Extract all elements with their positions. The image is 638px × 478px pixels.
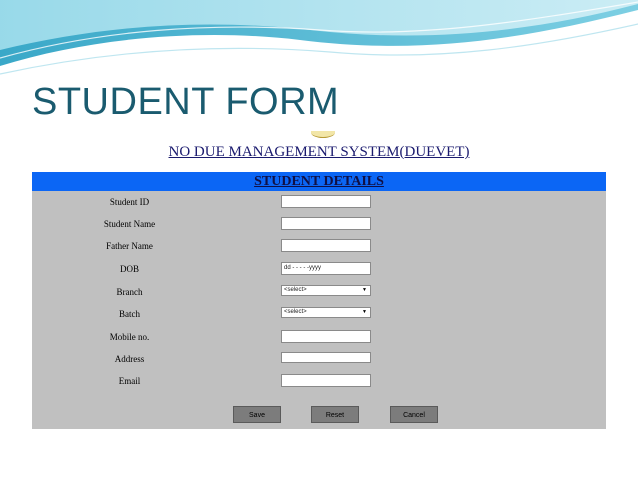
student-id-input[interactable] bbox=[281, 195, 371, 208]
student-name-input[interactable] bbox=[281, 217, 371, 230]
save-button[interactable]: Save bbox=[233, 406, 281, 423]
form-row-father-name: Father Name bbox=[32, 239, 606, 255]
reset-button[interactable]: Reset bbox=[311, 406, 359, 423]
father-name-input[interactable] bbox=[281, 239, 371, 252]
form-row-student-name: Student Name bbox=[32, 217, 606, 233]
branch-select[interactable]: <select> ▼ bbox=[281, 285, 371, 296]
mobile-input[interactable] bbox=[281, 330, 371, 343]
form-row-address: Address bbox=[32, 352, 606, 368]
dropdown-arrow-icon: ▼ bbox=[362, 287, 367, 293]
batch-select-value: <select> bbox=[284, 309, 307, 315]
address-input[interactable] bbox=[281, 352, 371, 363]
address-label: Address bbox=[114, 354, 145, 364]
section-title: STUDENT DETAILS bbox=[254, 174, 384, 189]
dropdown-arrow-icon: ▼ bbox=[362, 309, 367, 315]
form-row-batch: Batch <select> ▼ bbox=[32, 307, 606, 323]
cancel-button[interactable]: Cancel bbox=[390, 406, 438, 423]
form-row-dob: DOB dd - - - - -yyyy bbox=[32, 262, 606, 278]
batch-select[interactable]: <select> ▼ bbox=[281, 307, 371, 318]
dob-label: DOB bbox=[119, 264, 139, 274]
student-form-screenshot: NO DUE MANAGEMENT SYSTEM(DUEVET) STUDENT… bbox=[32, 131, 606, 429]
email-label: Email bbox=[118, 376, 141, 386]
dob-input[interactable]: dd - - - - -yyyy bbox=[281, 262, 371, 275]
student-name-label: Student Name bbox=[103, 219, 156, 229]
presentation-slide: STUDENT FORM NO DUE MANAGEMENT SYSTEM(DU… bbox=[0, 0, 638, 478]
mobile-label: Mobile no. bbox=[109, 332, 150, 342]
form-row-mobile: Mobile no. bbox=[32, 330, 606, 346]
student-id-label: Student ID bbox=[109, 197, 150, 207]
father-name-label: Father Name bbox=[106, 241, 153, 251]
app-header: NO DUE MANAGEMENT SYSTEM(DUEVET) bbox=[32, 131, 606, 172]
app-title: NO DUE MANAGEMENT SYSTEM(DUEVET) bbox=[168, 144, 470, 160]
branch-select-value: <select> bbox=[284, 287, 307, 293]
batch-label: Batch bbox=[119, 309, 140, 319]
email-input[interactable] bbox=[281, 374, 371, 387]
decorative-wave-header bbox=[0, 0, 638, 75]
form-row-email: Email bbox=[32, 374, 606, 390]
branch-label: Branch bbox=[116, 287, 143, 297]
logo-icon bbox=[311, 131, 335, 138]
slide-title: STUDENT FORM bbox=[32, 81, 340, 123]
form-row-branch: Branch <select> ▼ bbox=[32, 285, 606, 301]
form-row-student-id: Student ID bbox=[32, 195, 606, 211]
